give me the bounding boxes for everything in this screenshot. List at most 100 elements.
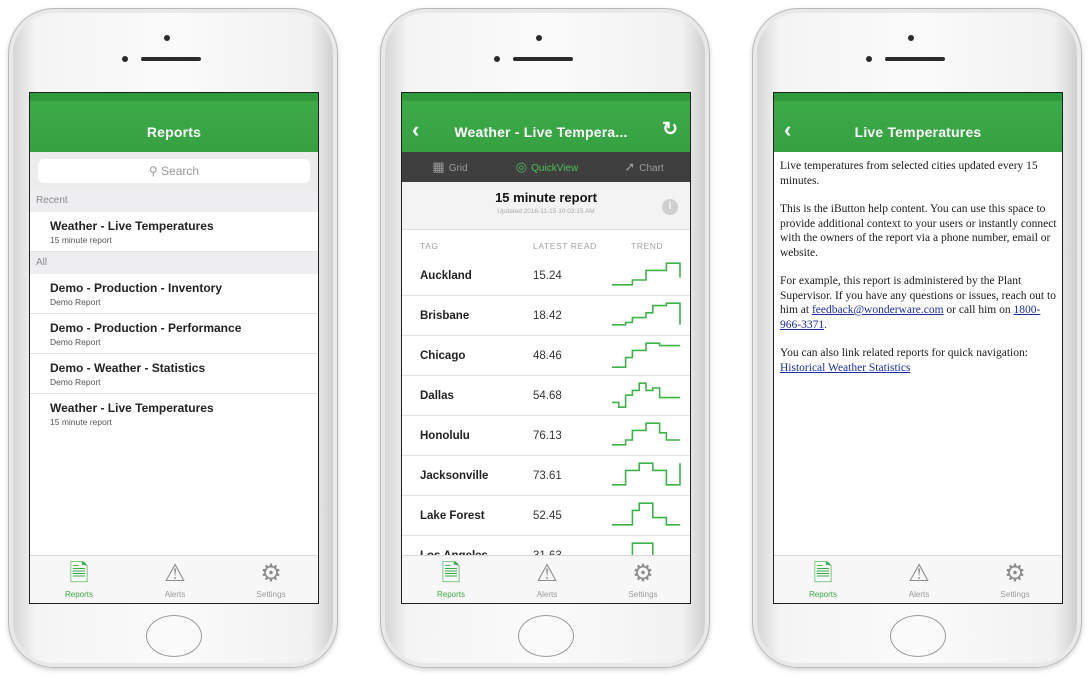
tab-reports[interactable]: 🗎 Reports <box>403 556 499 603</box>
document-icon: 🗎 <box>69 560 89 587</box>
latest-read-cell: 73.61 <box>533 470 562 482</box>
tab-alerts[interactable]: ⚠ Alerts <box>127 556 223 603</box>
navbar: ‹ Live Temperatures <box>774 93 1062 152</box>
list-item-title: Demo - Production - Inventory <box>50 281 223 295</box>
trend-line <box>612 502 680 526</box>
camera-icon <box>164 35 170 41</box>
line-chart-icon: ➚ <box>624 159 636 174</box>
tab-label: Alerts <box>908 590 930 599</box>
list-item-subtitle: Demo Report <box>50 377 101 387</box>
speaker-grill <box>141 57 201 61</box>
tab-settings[interactable]: ⚙ Settings <box>967 556 1062 603</box>
tab-settings[interactable]: ⚙ Settings <box>223 556 318 603</box>
section-header-all: All <box>30 252 318 274</box>
page-title: Weather - Live Tempera... <box>454 124 628 140</box>
home-button[interactable] <box>146 615 202 657</box>
info-icon[interactable]: i <box>662 199 678 215</box>
trend-line <box>612 262 681 286</box>
search-icon: ⚲ <box>148 164 158 178</box>
latest-read-cell: 15.24 <box>533 270 562 282</box>
phone-quickview: ‹ Weather - Live Tempera... ↻ ▦ Grid ◎ Qui… <box>380 8 710 668</box>
latest-read-cell: 76.13 <box>533 430 562 442</box>
search-bar: ⚲ Search <box>30 152 318 190</box>
tab-bar: 🗎 Reports ⚠ Alerts ⚙ Settings <box>774 555 1062 603</box>
trend-line <box>612 462 681 486</box>
tag-cell: Brisbane <box>420 310 470 322</box>
trend-line <box>612 422 680 446</box>
email-link[interactable]: feedback@wonderware.com <box>812 304 944 316</box>
trend-sparkline <box>612 342 680 369</box>
related-report-link[interactable]: Historical Weather Statistics <box>780 362 910 374</box>
tab-settings[interactable]: ⚙ Settings <box>595 556 690 603</box>
segment-label: Grid <box>448 163 468 174</box>
tab-bar: 🗎 Reports ⚠ Alerts ⚙ Settings <box>30 555 318 603</box>
latest-read-cell: 52.45 <box>533 510 562 522</box>
segment-grid[interactable]: ▦ Grid <box>402 152 498 182</box>
home-button[interactable] <box>518 615 574 657</box>
list-item-subtitle: Demo Report <box>50 337 101 347</box>
sensor-icon <box>494 56 500 62</box>
table-row[interactable]: Honolulu 76.13 <box>402 417 690 456</box>
segment-chart[interactable]: ➚ Chart <box>596 152 690 182</box>
tab-reports[interactable]: 🗎 Reports <box>31 556 127 603</box>
view-segmented-control: ▦ Grid ◎ QuickView ➚ Chart <box>402 152 690 182</box>
tab-alerts[interactable]: ⚠ Alerts <box>499 556 595 603</box>
table-row[interactable]: Lake Forest 52.45 <box>402 497 690 536</box>
tag-cell: Dallas <box>420 390 454 402</box>
phone-reports: Reports ⚲ Search Recent Weather - Live T… <box>8 8 338 668</box>
document-icon: 🗎 <box>441 560 461 587</box>
table-row[interactable]: Dallas 54.68 <box>402 377 690 416</box>
trend-sparkline <box>612 382 680 409</box>
camera-icon <box>908 35 914 41</box>
column-header-latest-read: LATEST READ <box>533 241 597 251</box>
tab-label: Settings <box>256 590 286 599</box>
tab-label: Reports <box>808 590 837 599</box>
gear-icon: ⚙ <box>632 560 654 587</box>
tag-cell: Auckland <box>420 270 472 282</box>
search-input[interactable]: ⚲ Search <box>38 159 310 183</box>
screen: ‹ Weather - Live Tempera... ↻ ▦ Grid ◎ Qui… <box>401 92 691 604</box>
trend-sparkline <box>612 262 681 286</box>
search-placeholder: Search <box>161 164 200 178</box>
page-title: Live Temperatures <box>854 124 982 140</box>
latest-read-cell: 48.46 <box>533 350 562 362</box>
gear-icon: ⚙ <box>1004 560 1026 587</box>
trend-sparkline <box>612 422 680 446</box>
list-item-subtitle: Demo Report <box>50 297 101 307</box>
back-chevron-icon[interactable]: ‹ <box>412 119 419 141</box>
phone-help: ‹ Live Temperatures Live temperatures fr… <box>752 8 1082 668</box>
tab-label: Alerts <box>536 590 558 599</box>
list-item-title: Weather - Live Temperatures <box>50 219 214 233</box>
home-button[interactable] <box>890 615 946 657</box>
table-row[interactable]: Brisbane 18.42 <box>402 297 690 336</box>
speaker-grill <box>513 57 573 61</box>
list-item[interactable]: Weather - Live Temperatures 15 minute re… <box>30 212 318 252</box>
list-item[interactable]: Demo - Weather - Statistics Demo Report <box>30 354 318 394</box>
tab-alerts[interactable]: ⚠ Alerts <box>871 556 967 603</box>
list-item-subtitle: 15 minute report <box>50 417 112 427</box>
help-paragraph: For example, this report is administered… <box>780 275 1056 331</box>
list-item[interactable]: Demo - Production - Performance Demo Rep… <box>30 314 318 354</box>
gear-icon: ⚙ <box>260 560 282 587</box>
speaker-grill <box>885 57 945 61</box>
tab-label: Settings <box>628 590 658 599</box>
warning-icon: ⚠ <box>908 560 930 587</box>
list-item[interactable]: Demo - Production - Inventory Demo Repor… <box>30 274 318 314</box>
help-paragraph: This is the iButton help content. You ca… <box>780 203 1057 259</box>
tab-bar: 🗎 Reports ⚠ Alerts ⚙ Settings <box>402 555 690 603</box>
sensor-icon <box>122 56 128 62</box>
trend-line <box>612 302 681 326</box>
refresh-icon[interactable]: ↻ <box>662 120 678 140</box>
table-row[interactable]: Jacksonville 73.61 <box>402 457 690 496</box>
tab-label: Settings <box>1000 590 1030 599</box>
document-icon: 🗎 <box>813 560 833 587</box>
table-row[interactable]: Chicago 48.46 <box>402 337 690 376</box>
column-header-tag: TAG <box>420 241 439 251</box>
tag-cell: Lake Forest <box>420 510 485 522</box>
table-row[interactable]: Auckland 15.24 <box>402 257 690 296</box>
segment-label: QuickView <box>531 163 579 174</box>
segment-quickview[interactable]: ◎ QuickView <box>499 152 595 182</box>
list-item[interactable]: Weather - Live Temperatures 15 minute re… <box>30 394 318 434</box>
latest-read-cell: 54.68 <box>533 390 562 402</box>
tab-reports[interactable]: 🗎 Reports <box>775 556 871 603</box>
